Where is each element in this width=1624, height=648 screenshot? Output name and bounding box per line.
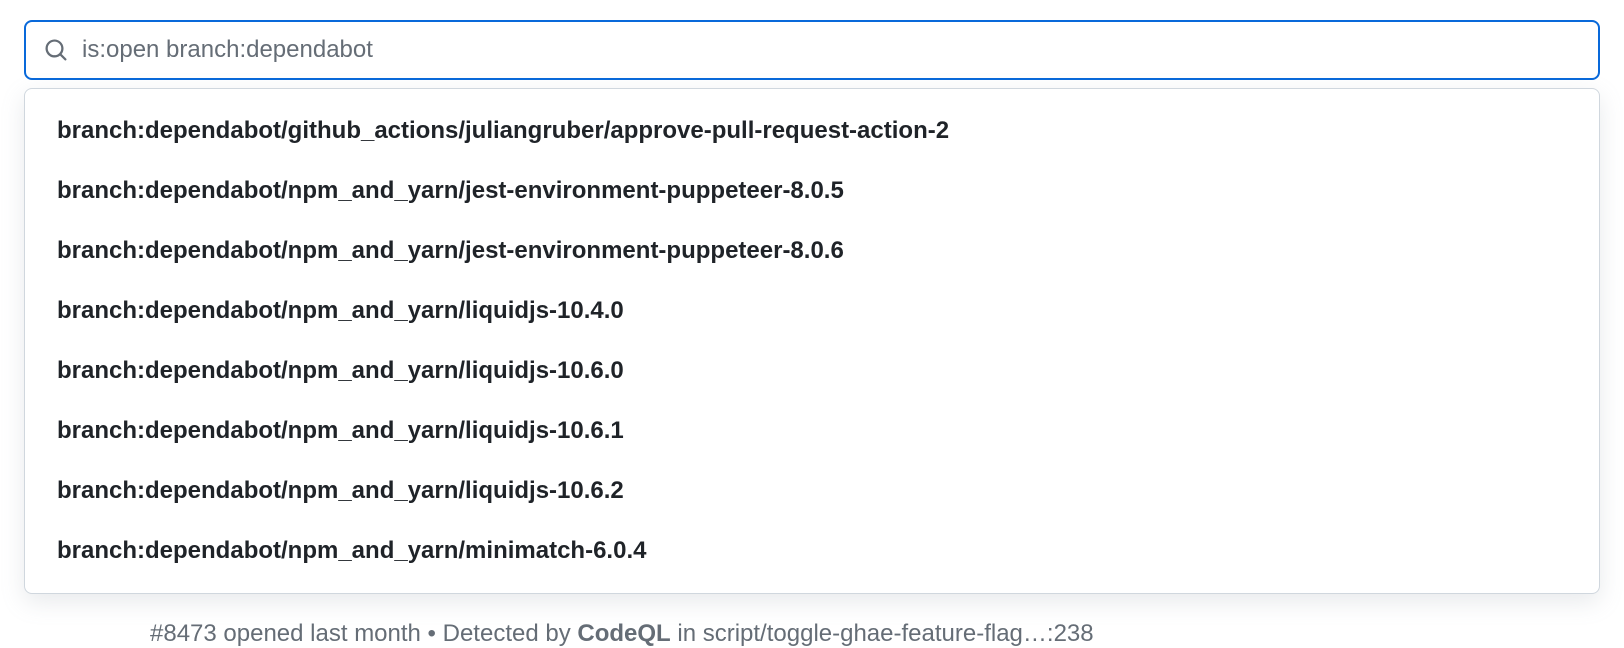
search-suggestions-dropdown[interactable]: branch:dependabot/github_actions/juliang… <box>24 88 1600 594</box>
issue-meta-text: opened last month • Detected by <box>217 620 578 647</box>
suggestion-item[interactable]: branch:dependabot/npm_and_yarn/liquidjs-… <box>25 401 1599 461</box>
issue-reference: #8473 <box>150 620 217 647</box>
suggestion-item[interactable]: branch:dependabot/npm_and_yarn/minimatch… <box>25 521 1599 581</box>
suggestion-item[interactable]: branch:dependabot/npm_and_yarn/liquidjs-… <box>25 461 1599 521</box>
suggestion-item[interactable]: branch:dependabot/npm_and_yarn/jest-envi… <box>25 161 1599 221</box>
search-input-wrapper[interactable] <box>24 20 1600 80</box>
suggestion-item[interactable]: branch:dependabot/npm_and_yarn/jest-envi… <box>25 221 1599 281</box>
issue-path-text: in script/toggle-ghae-feature-flag…:238 <box>671 620 1094 647</box>
suggestion-item[interactable]: branch:dependabot/npm_and_yarn/liquidjs-… <box>25 281 1599 341</box>
background-issue-row: #8473 opened last month • Detected by Co… <box>150 620 1094 648</box>
detector-name: CodeQL <box>577 620 670 647</box>
search-container: branch:dependabot/github_actions/juliang… <box>24 20 1600 594</box>
suggestion-item[interactable]: branch:dependabot/npm_and_yarn/liquidjs-… <box>25 341 1599 401</box>
search-icon <box>44 38 68 62</box>
search-input[interactable] <box>82 36 1580 64</box>
suggestion-item[interactable]: branch:dependabot/github_actions/juliang… <box>25 101 1599 161</box>
